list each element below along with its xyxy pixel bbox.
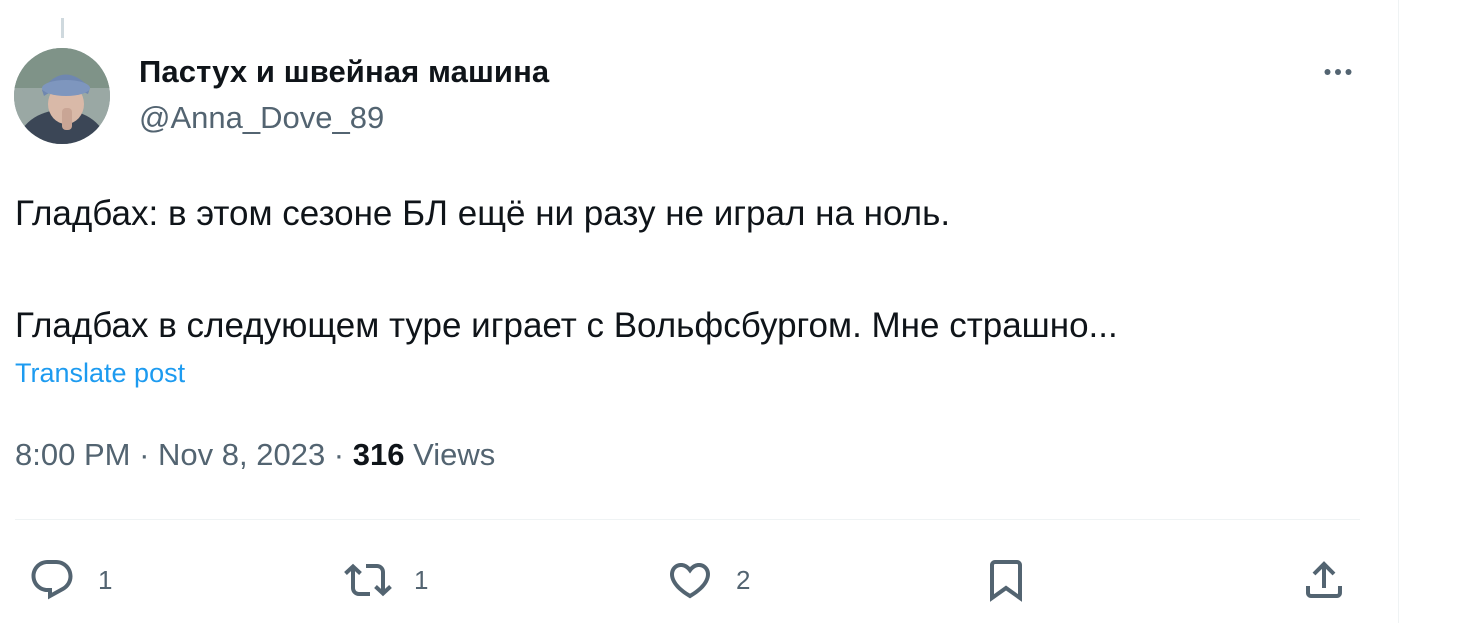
meta-separator: · [130, 437, 159, 472]
retweet-icon [344, 563, 392, 597]
divider [15, 519, 1360, 520]
more-icon [1324, 69, 1352, 75]
author-handle[interactable]: @Anna_Dove_89 [139, 100, 384, 136]
retweet-button[interactable]: 1 [344, 552, 428, 608]
more-options-button[interactable] [1310, 52, 1366, 92]
translate-post-link[interactable]: Translate post [15, 358, 185, 389]
tweet-metadata: 8:00 PM · Nov 8, 2023 · 316 Views [15, 437, 495, 473]
tweet-text: Гладбах: в этом сезоне БЛ ещё ни разу не… [15, 194, 1118, 345]
author-display-name[interactable]: Пастух и швейная машина [139, 54, 549, 90]
share-icon [1306, 561, 1342, 598]
column-border [1398, 0, 1399, 623]
share-button[interactable] [1300, 552, 1348, 608]
tweet-time[interactable]: 8:00 PM [15, 437, 130, 472]
thread-connector-line [61, 18, 64, 38]
like-button[interactable]: 2 [666, 552, 750, 608]
meta-separator: · [325, 437, 353, 472]
bookmark-button[interactable] [982, 552, 1030, 608]
avatar-image [14, 48, 110, 144]
reply-button[interactable]: 1 [28, 552, 112, 608]
reply-count: 1 [98, 564, 113, 595]
retweet-count: 1 [414, 564, 429, 595]
like-count: 2 [736, 564, 751, 595]
like-icon [669, 563, 711, 599]
views-label: Views [413, 437, 496, 472]
tweet-date[interactable]: Nov 8, 2023 [158, 437, 325, 472]
views-count: 316 [352, 437, 405, 472]
reply-icon [31, 560, 73, 600]
bookmark-icon [990, 560, 1022, 602]
avatar[interactable] [14, 48, 110, 144]
